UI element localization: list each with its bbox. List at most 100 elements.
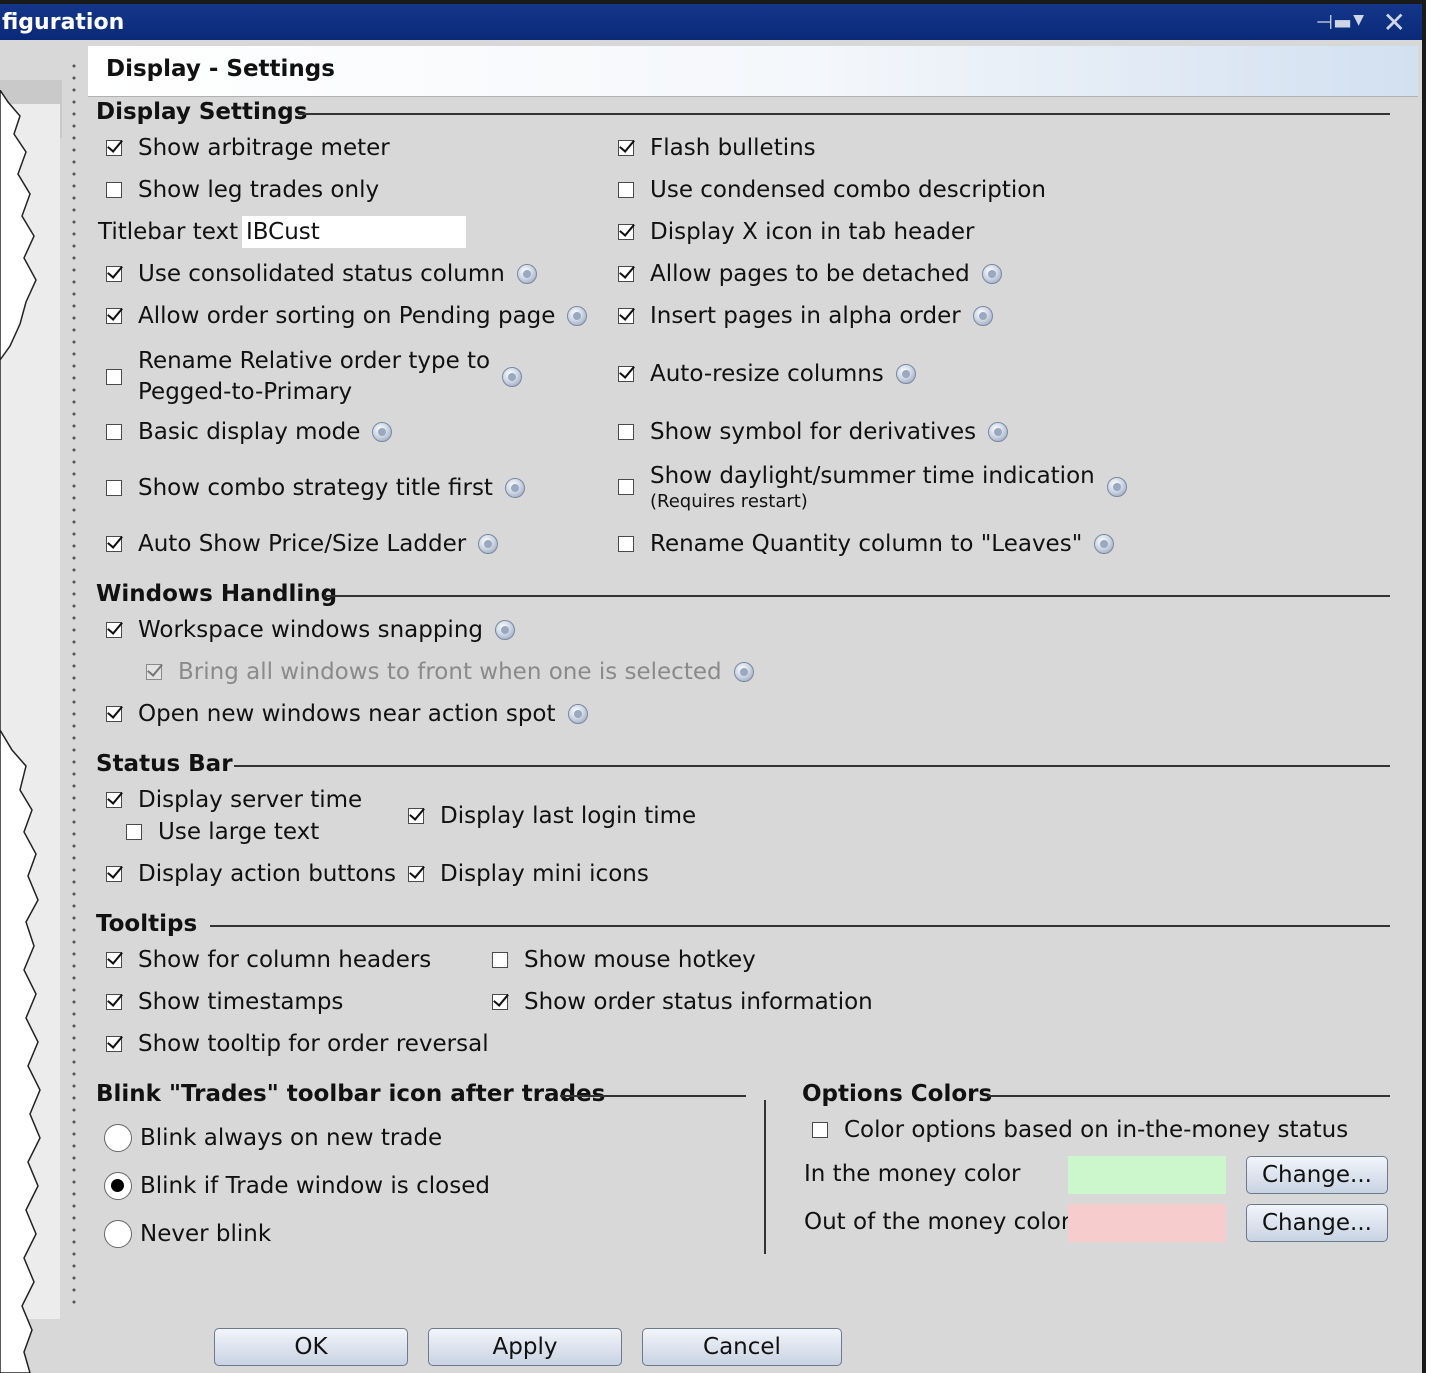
help-icon[interactable] (972, 306, 993, 326)
use-large-text-checkbox[interactable]: Use large text (126, 819, 319, 845)
radio-icon[interactable] (104, 1124, 132, 1152)
checkbox-icon[interactable] (618, 182, 634, 198)
auto-resize-columns-checkbox[interactable]: Auto-resize columns (618, 361, 916, 387)
help-icon[interactable] (504, 478, 525, 498)
help-icon[interactable] (988, 422, 1009, 442)
display-action-buttons-checkbox[interactable]: Display action buttons (106, 861, 396, 887)
display-last-login-checkbox[interactable]: Display last login time (408, 803, 696, 829)
flash-bulletins-checkbox[interactable]: Flash bulletins (618, 135, 816, 161)
help-icon[interactable] (372, 422, 393, 442)
help-icon[interactable] (733, 662, 754, 682)
help-icon[interactable] (567, 306, 588, 326)
allow-order-sorting-checkbox[interactable]: Allow order sorting on Pending page (106, 303, 588, 329)
pin-icon[interactable]: ⊣▬ (1316, 10, 1352, 34)
cancel-button[interactable]: Cancel (642, 1328, 842, 1366)
radio-icon[interactable] (104, 1172, 132, 1200)
close-icon[interactable]: ✕ (1383, 6, 1406, 39)
checkbox-icon[interactable] (618, 366, 634, 382)
auto-show-price-size-ladder-checkbox[interactable]: Auto Show Price/Size Ladder (106, 531, 499, 557)
section-rule (234, 765, 1390, 767)
radio-icon[interactable] (104, 1220, 132, 1248)
help-icon[interactable] (895, 364, 916, 384)
section-blink: Blink "Trades" toolbar icon after trades (96, 1081, 606, 1107)
show-arbitrage-meter-checkbox[interactable]: Show arbitrage meter (106, 135, 390, 161)
section-rule (210, 925, 1390, 927)
ok-button[interactable]: OK (214, 1328, 408, 1366)
basic-display-mode-checkbox[interactable]: Basic display mode (106, 419, 393, 445)
show-combo-strategy-title-checkbox[interactable]: Show combo strategy title first (106, 475, 525, 501)
checkbox-icon[interactable] (106, 792, 122, 808)
blink-always-radio[interactable]: Blink always on new trade (104, 1124, 442, 1152)
checkbox-icon[interactable] (106, 424, 122, 440)
checkbox-icon[interactable] (106, 480, 122, 496)
workspace-snapping-checkbox[interactable]: Workspace windows snapping (106, 617, 515, 643)
show-symbol-derivatives-checkbox[interactable]: Show symbol for derivatives (618, 419, 1009, 445)
never-blink-radio[interactable]: Never blink (104, 1220, 271, 1248)
checkbox-icon[interactable] (618, 266, 634, 282)
checkbox-icon[interactable] (106, 994, 122, 1010)
splitter-handle[interactable] (72, 60, 76, 1310)
checkbox-icon[interactable] (106, 1036, 122, 1052)
show-column-headers-checkbox[interactable]: Show for column headers (106, 947, 431, 973)
insert-pages-alpha-checkbox[interactable]: Insert pages in alpha order (618, 303, 993, 329)
help-icon[interactable] (516, 264, 537, 284)
rename-quantity-column-checkbox[interactable]: Rename Quantity column to "Leaves" (618, 531, 1115, 557)
help-icon[interactable] (981, 264, 1002, 284)
checkbox-icon[interactable] (618, 536, 634, 552)
show-mouse-hotkey-checkbox[interactable]: Show mouse hotkey (492, 947, 756, 973)
use-consolidated-status-checkbox[interactable]: Use consolidated status column (106, 261, 537, 287)
show-timestamps-checkbox[interactable]: Show timestamps (106, 989, 343, 1015)
help-icon[interactable] (478, 534, 499, 554)
use-condensed-combo-checkbox[interactable]: Use condensed combo description (618, 177, 1046, 203)
bring-all-windows-checkbox: Bring all windows to front when one is s… (146, 659, 754, 685)
titlebar-text-input[interactable]: IBCust (242, 216, 466, 248)
checkbox-icon[interactable] (106, 706, 122, 722)
checkbox-icon[interactable] (618, 479, 634, 495)
checkbox-label: Show arbitrage meter (138, 135, 390, 161)
rename-relative-order-checkbox[interactable]: Rename Relative order type to Pegged-to-… (106, 346, 523, 408)
open-near-action-spot-checkbox[interactable]: Open new windows near action spot (106, 701, 588, 727)
color-options-checkbox[interactable]: Color options based on in-the-money stat… (812, 1117, 1348, 1143)
checkbox-icon[interactable] (126, 824, 142, 840)
radio-label: Blink always on new trade (140, 1125, 443, 1151)
checkbox-icon[interactable] (106, 952, 122, 968)
help-icon[interactable] (1106, 477, 1127, 497)
checkbox-icon[interactable] (106, 308, 122, 324)
checkbox-icon[interactable] (812, 1122, 828, 1138)
titlebar-text-label: Titlebar text (98, 219, 239, 245)
checkbox-icon[interactable] (106, 866, 122, 882)
title-bar[interactable]: figuration ⊣▬ ▼ ✕ (0, 4, 1422, 40)
checkbox-icon[interactable] (106, 266, 122, 282)
show-leg-trades-only-checkbox[interactable]: Show leg trades only (106, 177, 379, 203)
checkbox-icon[interactable] (106, 622, 122, 638)
allow-pages-detached-checkbox[interactable]: Allow pages to be detached (618, 261, 1002, 287)
checkbox-icon[interactable] (618, 424, 634, 440)
apply-button[interactable]: Apply (428, 1328, 622, 1366)
checkbox-icon[interactable] (618, 224, 634, 240)
show-order-reversal-checkbox[interactable]: Show tooltip for order reversal (106, 1031, 489, 1057)
checkbox-icon[interactable] (106, 140, 122, 156)
display-mini-icons-checkbox[interactable]: Display mini icons (408, 861, 649, 887)
checkbox-icon[interactable] (618, 308, 634, 324)
checkbox-icon[interactable] (618, 140, 634, 156)
blink-if-closed-radio[interactable]: Blink if Trade window is closed (104, 1172, 490, 1200)
in-the-money-change-button[interactable]: Change... (1246, 1156, 1388, 1194)
show-daylight-checkbox[interactable]: Show daylight/summer time indication (Re… (618, 461, 1127, 513)
dropdown-icon[interactable]: ▼ (1353, 12, 1364, 28)
checkbox-icon[interactable] (492, 952, 508, 968)
show-order-status-info-checkbox[interactable]: Show order status information (492, 989, 873, 1015)
checkbox-icon[interactable] (106, 536, 122, 552)
help-icon[interactable] (1094, 534, 1115, 554)
help-icon[interactable] (502, 367, 523, 387)
out-of-the-money-change-button[interactable]: Change... (1246, 1204, 1388, 1242)
checkbox-icon[interactable] (106, 182, 122, 198)
help-icon[interactable] (567, 704, 588, 724)
checkbox-icon[interactable] (492, 994, 508, 1010)
checkbox-icon[interactable] (408, 808, 424, 824)
checkbox-icon[interactable] (408, 866, 424, 882)
help-icon[interactable] (495, 620, 515, 640)
display-x-icon-checkbox[interactable]: Display X icon in tab header (618, 219, 974, 245)
display-server-time-checkbox[interactable]: Display server time (106, 787, 362, 813)
checkbox-label: Basic display mode (138, 419, 361, 445)
checkbox-icon[interactable] (106, 369, 122, 385)
